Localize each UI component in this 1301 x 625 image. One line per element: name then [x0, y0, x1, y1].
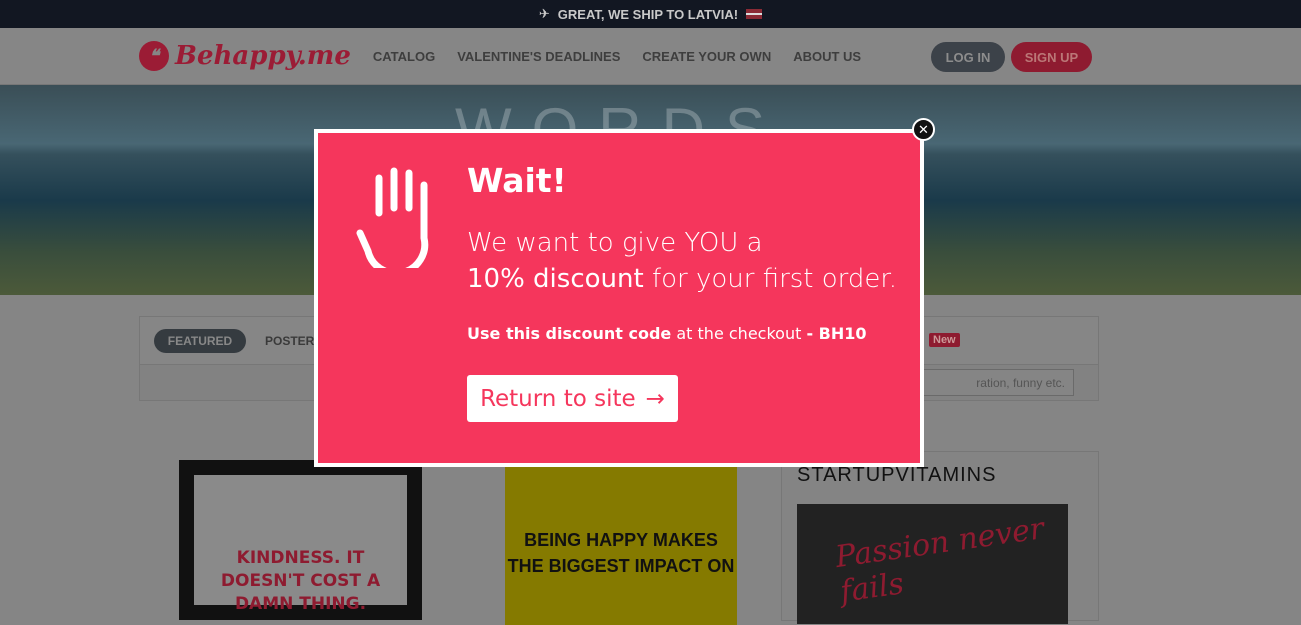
product-image: Passion never fails [797, 504, 1068, 624]
discount-modal: Wait! We want to give YOU a 10% discount… [314, 129, 924, 467]
close-icon[interactable]: ✕ [912, 118, 935, 141]
message-text: for your first order. [643, 264, 897, 294]
arrow-right-icon: → [645, 385, 665, 412]
nav-about-us[interactable]: ABOUT US [793, 49, 861, 64]
brand-name: STARTUPVITAMINS [797, 464, 997, 486]
new-badge: New [929, 333, 960, 347]
product-card[interactable]: BEING HAPPY MAKES THE BIGGEST IMPACT ON [505, 465, 737, 625]
signup-button[interactable]: SIGN UP [1011, 42, 1092, 72]
header: ❝ Behappy.me CATALOG VALENTINE'S DEADLINE… [0, 28, 1301, 85]
button-label: Return to site [480, 385, 636, 412]
nav-create-your-own[interactable]: CREATE YOUR OWN [642, 49, 771, 64]
code-label: Use this discount code [467, 324, 672, 343]
discount-code-line: Use this discount code at the checkout -… [467, 324, 867, 343]
product-text: KINDNESS. IT DOESN'T COST A DAMN THING. [194, 475, 407, 614]
latvia-flag-icon [746, 9, 763, 19]
login-button[interactable]: LOG IN [931, 42, 1005, 72]
shipping-text: GREAT, WE SHIP TO LATVIA! [557, 6, 739, 22]
product-card[interactable]: KINDNESS. IT DOESN'T COST A DAMN THING. [179, 460, 422, 620]
search-input[interactable]: ration, funny etc. [900, 369, 1074, 396]
logo[interactable]: ❝ Behappy.me [139, 41, 351, 71]
message-line: We want to give YOU a [467, 228, 763, 258]
nav-valentines-deadlines[interactable]: VALENTINE'S DEADLINES [457, 49, 620, 64]
code-text: at the checkout [671, 324, 807, 343]
nav-catalog[interactable]: CATALOG [373, 49, 435, 64]
product-card[interactable]: STARTUPVITAMINS Passion never fails [781, 451, 1099, 624]
discount-amount: 10% discount [467, 264, 644, 294]
tab-featured[interactable]: FEATURED [154, 329, 246, 353]
plane-icon: ✈ [538, 6, 550, 21]
return-to-site-button[interactable]: Return to site → [467, 375, 678, 422]
hand-icon [356, 167, 429, 268]
product-image-text: Passion never fails [833, 511, 1047, 610]
modal-title: Wait! [467, 161, 567, 200]
discount-code: - BH10 [806, 324, 867, 343]
shipping-bar: ✈ GREAT, WE SHIP TO LATVIA! [0, 0, 1301, 28]
message-line: 10% discount for your first order. [467, 261, 897, 297]
modal-message: We want to give YOU a 10% discount for y… [467, 225, 897, 297]
logo-icon: ❝ [139, 41, 169, 71]
logo-text: Behappy.me [175, 41, 351, 71]
